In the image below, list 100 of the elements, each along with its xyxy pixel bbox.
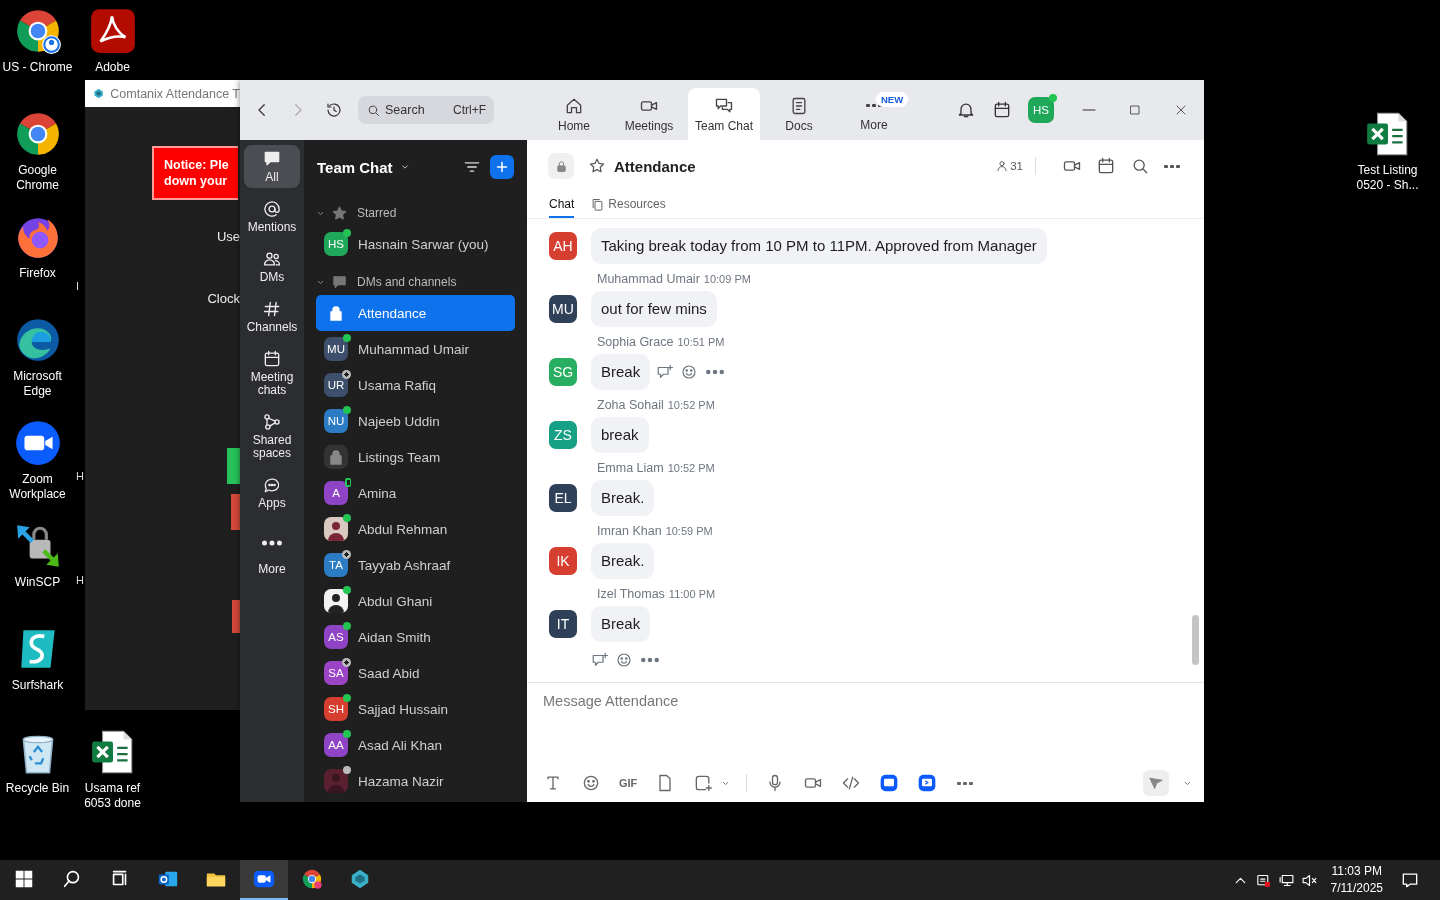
sidebar-item[interactable]: All [244, 145, 300, 188]
desktop-icon-label[interactable]: US - Chrome [2, 60, 73, 75]
section-header[interactable]: DMs and channels [304, 269, 527, 295]
message-bubble: break [591, 417, 649, 453]
message-time: 10:09 PM [703, 273, 751, 285]
conversation-item[interactable]: Attendance [316, 295, 515, 331]
hash-icon [262, 299, 282, 319]
sender-name: Zoha Sohail [597, 398, 664, 412]
window-title: Comtanix Attendance T [110, 86, 240, 101]
conversation-item[interactable]: SA Saad Abid [316, 655, 515, 691]
avatar: NU [324, 409, 348, 433]
gif-button[interactable]: GIF [619, 777, 638, 789]
more-icon [866, 104, 882, 107]
conversation-item[interactable]: Listings Team [316, 439, 515, 475]
emoji-icon[interactable] [615, 651, 633, 669]
sidebar-item[interactable]: DMs [244, 245, 300, 288]
sidebar-item[interactable]: Mentions [244, 195, 300, 238]
conversation-item[interactable]: MU Muhammad Umair [316, 331, 515, 367]
notice-text: down your [164, 173, 229, 189]
avatar: MU [324, 337, 348, 361]
desktop-icon-label[interactable]: Usama ref 6053 done [75, 781, 150, 811]
avatar: EL [549, 484, 577, 512]
conversation-item[interactable]: Hazama Nazir [316, 763, 515, 799]
field-label: Use [216, 229, 240, 244]
emoji-icon[interactable] [581, 773, 601, 793]
reply-icon[interactable] [591, 651, 609, 669]
search-field[interactable]: Search [385, 103, 445, 117]
nav-tab[interactable]: NEW More [838, 88, 910, 140]
section-header[interactable]: Starred [304, 200, 527, 226]
nav-tab[interactable]: Docs [763, 88, 835, 140]
desktop-icon-label[interactable]: Firefox [19, 266, 56, 281]
star-icon [331, 204, 348, 222]
conversation-item[interactable]: UR Usama Rafiq [316, 367, 515, 403]
chat-tab[interactable]: Resources [590, 192, 666, 218]
video-app-icon [253, 868, 275, 890]
nav-tab[interactable]: Home [538, 88, 610, 140]
search-bar[interactable]: Search Ctrl+F [358, 96, 494, 124]
send-button[interactable] [1143, 770, 1169, 796]
browser-icon [301, 868, 323, 890]
sidebar-item[interactable]: Meeting chats [244, 345, 300, 401]
new-chat-button[interactable] [490, 155, 514, 179]
screenshot-icon[interactable] [693, 773, 714, 793]
sidebar-item[interactable]: Apps [244, 471, 300, 514]
reply-icon[interactable] [656, 363, 675, 381]
chat-tab[interactable]: Chat [549, 192, 575, 218]
nav-tab[interactable]: Meetings [613, 88, 685, 140]
desktop-icon-label[interactable]: WinSCP [14, 575, 61, 590]
taskbar-app[interactable] [240, 860, 288, 900]
desktop-icon-label[interactable]: Microsoft Edge [0, 369, 75, 399]
windows-icon [13, 868, 35, 890]
chat-bubble-icon [331, 273, 348, 291]
window-text: H [76, 574, 84, 586]
desktop-icon-label[interactable]: Surfshark [11, 678, 64, 693]
sidebar-item[interactable]: Channels [244, 295, 300, 338]
desktop-icon-label[interactable]: Recycle Bin [5, 781, 70, 796]
avatar: ZS [549, 421, 577, 449]
avatar: AH [549, 232, 577, 260]
emoji-icon[interactable] [680, 363, 699, 381]
chat-bubble-icon [262, 475, 282, 495]
avatar: HS [324, 232, 348, 256]
conversation-item[interactable]: AA Asad Ali Khan [316, 727, 515, 763]
conversation-item[interactable]: HS Hasnain Sarwar (you) [316, 226, 515, 262]
panel-title[interactable]: Team Chat [317, 158, 393, 176]
conversation-item[interactable]: NU Najeeb Uddin [316, 403, 515, 439]
desktop-icon-label[interactable]: Google Chrome [0, 163, 75, 193]
avatar: UR [324, 373, 348, 397]
more-icon[interactable] [957, 781, 974, 785]
avatar: AA [324, 733, 348, 757]
message-time: 10:51 PM [677, 336, 725, 348]
conversation-item[interactable]: Abdul Ghani [316, 583, 515, 619]
scrollbar-thumb[interactable] [1192, 615, 1199, 665]
files-icon [590, 196, 606, 212]
message-bubble: out for few mins [591, 291, 717, 327]
calendar-icon [262, 349, 282, 369]
calendar-icon[interactable] [992, 100, 1012, 120]
shortcut-hint: Ctrl+F [453, 103, 486, 117]
avatar: AS [324, 625, 348, 649]
sidebar-item[interactable]: Shared spaces [244, 408, 300, 464]
minimize-icon [1082, 109, 1096, 111]
members-button[interactable]: 31 [995, 159, 1023, 173]
calendar-icon[interactable] [1096, 156, 1116, 176]
sender-name: Imran Khan [597, 524, 662, 538]
window-text: H [76, 470, 84, 482]
sidebar-item[interactable]: More [244, 521, 300, 580]
app-icon [93, 86, 105, 101]
conversation-item[interactable]: A Amina [316, 475, 515, 511]
conversation-item[interactable]: SH Sajjad Hussain [316, 691, 515, 727]
star-icon[interactable] [588, 157, 606, 175]
nav-tab[interactable]: Team Chat [688, 88, 760, 140]
clock[interactable]: 11:03 PM 7/11/2025 [1330, 863, 1383, 897]
conversation-item[interactable]: Abdul Rehman [316, 511, 515, 547]
desktop-icon-label[interactable]: Adobe [95, 60, 130, 75]
conversation-item[interactable]: TA Tayyab Ashraaf [316, 547, 515, 583]
conversation-item[interactable]: AS Aidan Smith [316, 619, 515, 655]
history-icon [325, 101, 343, 119]
more-icon[interactable] [1164, 164, 1180, 168]
desktop-icon-label[interactable]: Zoom Workplace [0, 472, 75, 502]
field-label: Clock [207, 291, 240, 306]
avatar: IT [549, 610, 577, 638]
desktop-icon-label[interactable]: Test Listing 0520 - Sh... [1350, 163, 1425, 193]
